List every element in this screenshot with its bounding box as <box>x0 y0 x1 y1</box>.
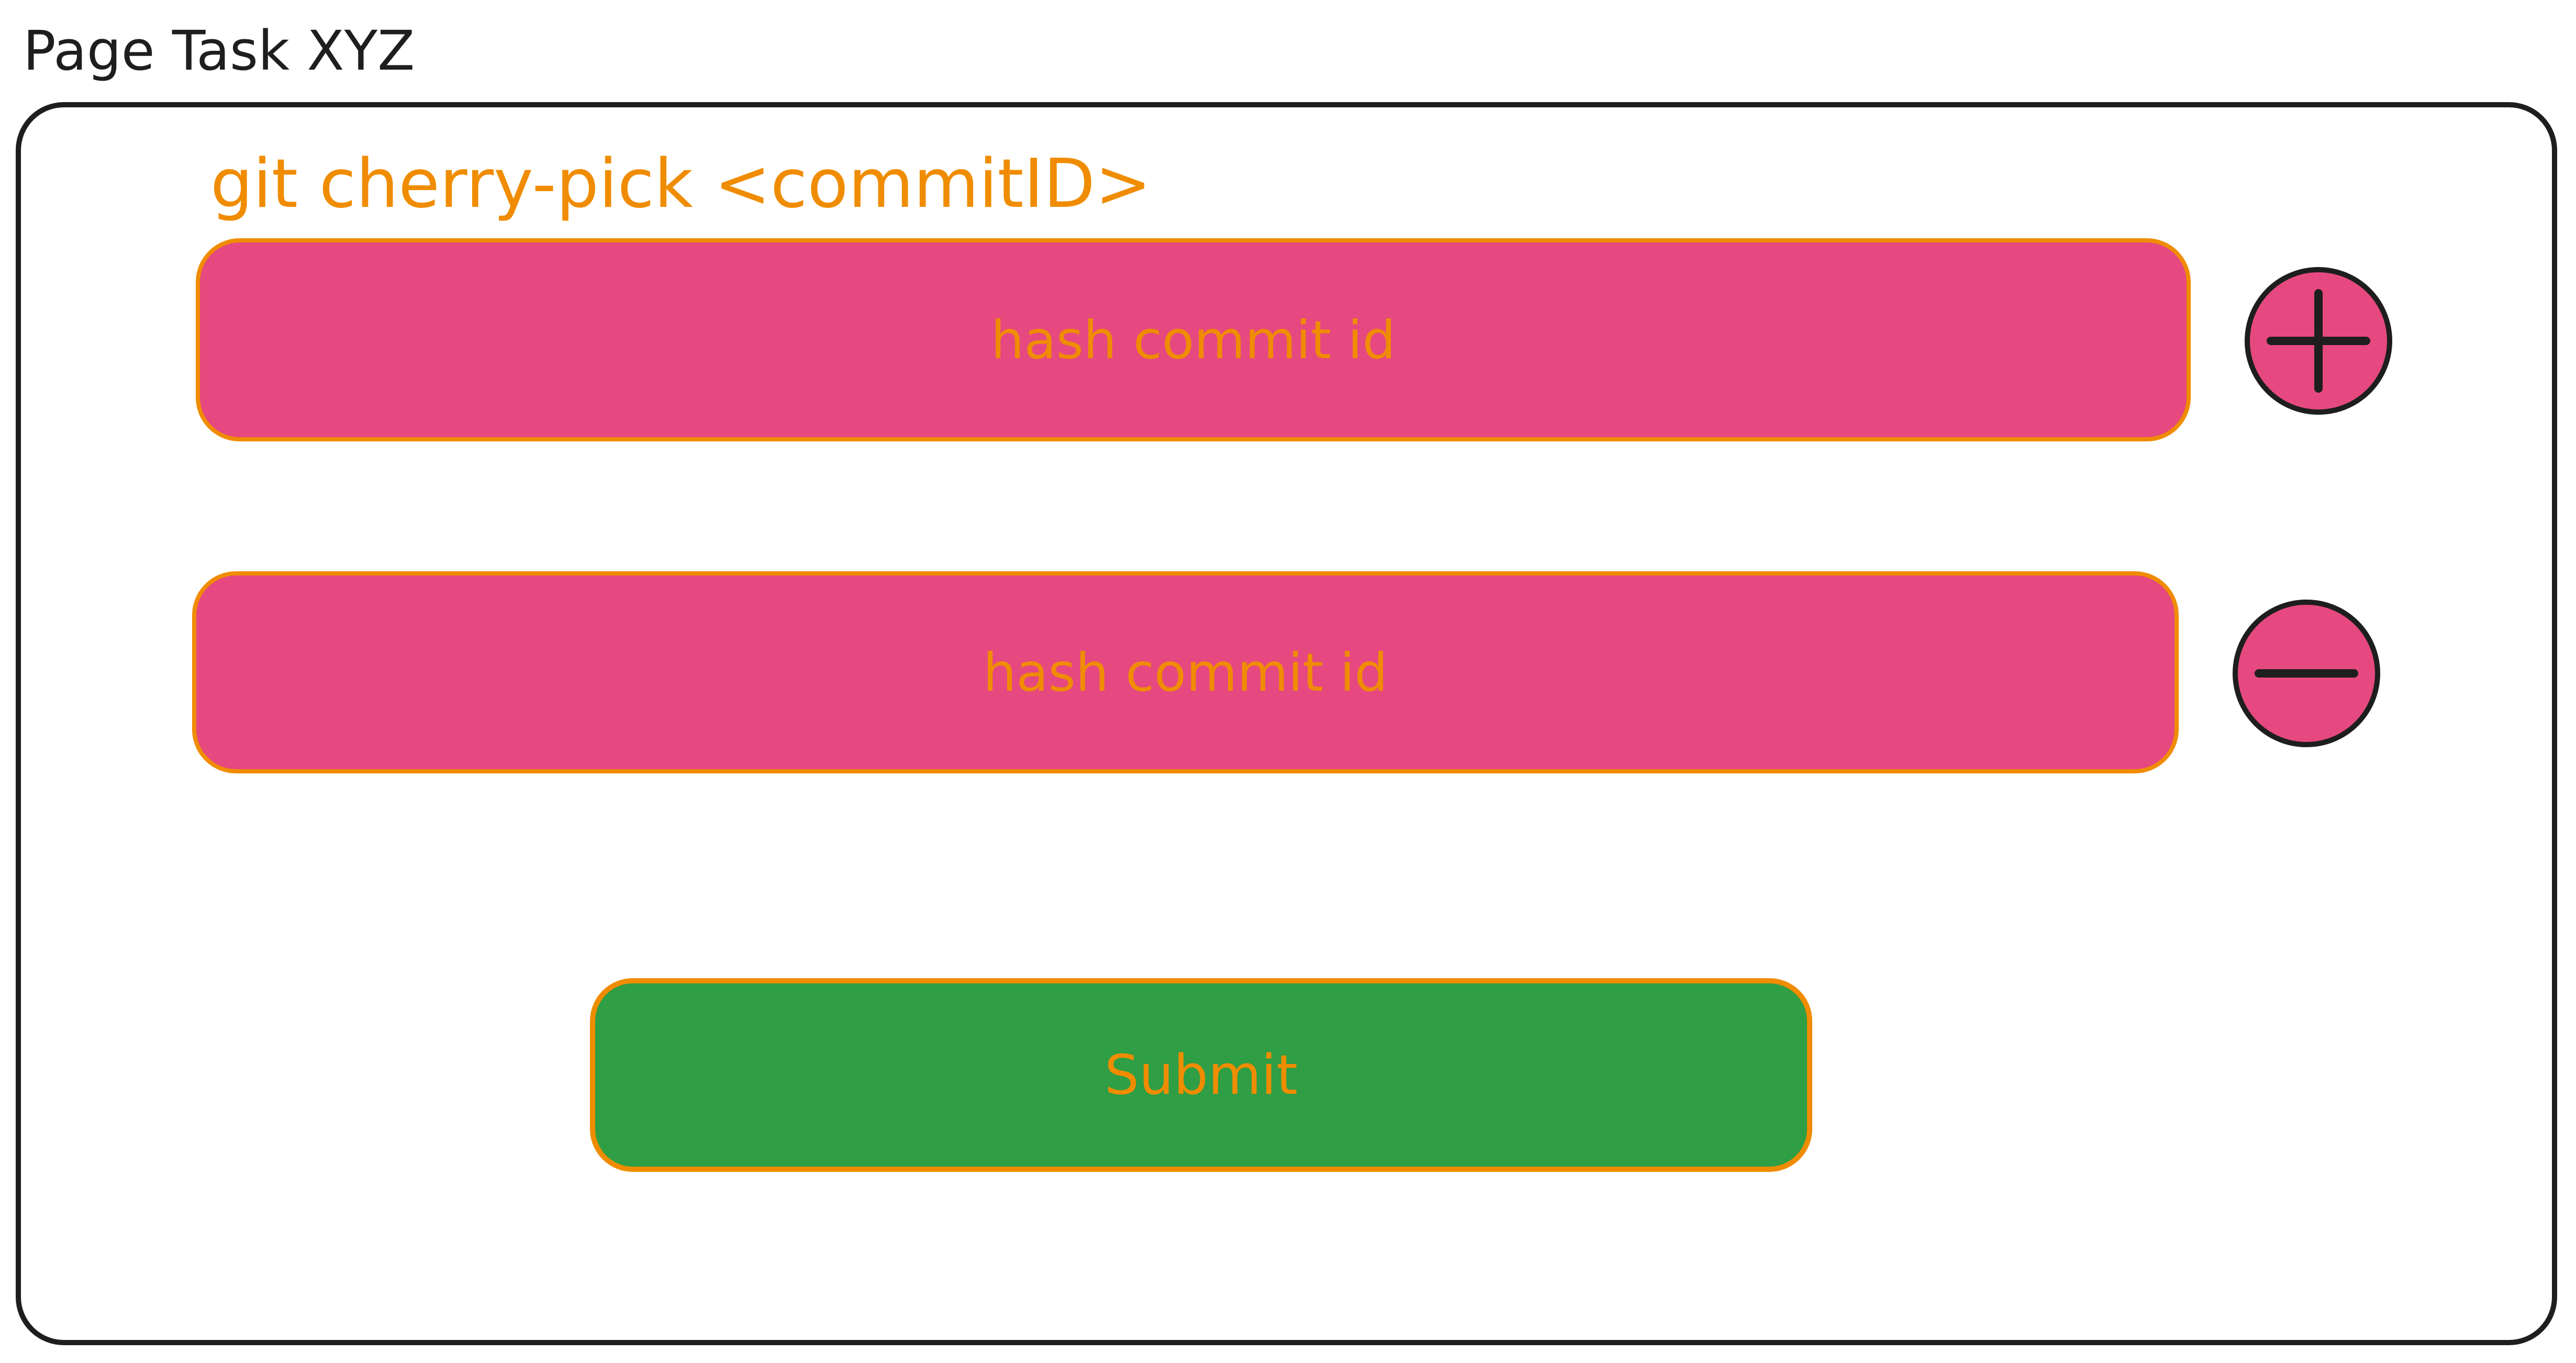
commit-hash-input-1[interactable] <box>200 242 2187 438</box>
commit-hash-input-2[interactable] <box>196 575 2174 770</box>
minus-icon <box>2255 669 2358 678</box>
page-title: Page Task XYZ <box>23 19 415 83</box>
plus-icon <box>2267 289 2370 393</box>
remove-field-button[interactable] <box>2233 600 2380 747</box>
commit-hash-field-2[interactable] <box>192 571 2179 773</box>
command-label: git cherry-pick <commitID> <box>210 145 1152 223</box>
commit-hash-field-1[interactable] <box>196 238 2191 441</box>
add-field-button[interactable] <box>2245 267 2392 415</box>
submit-button[interactable]: Submit <box>590 978 1812 1172</box>
